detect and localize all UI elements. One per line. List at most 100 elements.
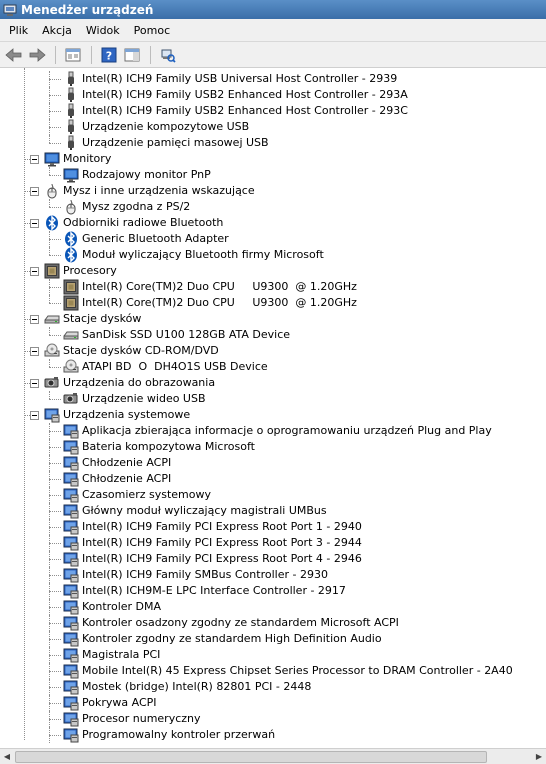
back-icon [5, 47, 22, 62]
collapse-toggle-icon[interactable] [30, 411, 39, 420]
disk-icon [63, 327, 79, 343]
forward-button[interactable] [26, 45, 48, 65]
tree-device[interactable]: ATAPI BD O DH4O1S USB Device [0, 359, 546, 375]
help-icon: ? [101, 47, 117, 62]
tree-device[interactable]: Intel(R) ICH9 Family USB2 Enhanced Host … [0, 87, 546, 103]
tree-category[interactable]: Mysz i inne urządzenia wskazujące [0, 183, 546, 199]
tree-device[interactable]: Urządzenie wideo USB [0, 391, 546, 407]
cdrom-icon [44, 343, 60, 359]
scroll-left-icon[interactable]: ◀ [1, 751, 13, 762]
action-pane-icon [124, 48, 140, 61]
device-label: Intel(R) ICH9 Family PCI Express Root Po… [82, 536, 362, 549]
tree-category[interactable]: Odbiorniki radiowe Bluetooth [0, 215, 546, 231]
tree-device[interactable]: Czasomierz systemowy [0, 487, 546, 503]
properties-button[interactable] [62, 45, 84, 65]
tree-device[interactable]: Urządzenie kompozytowe USB [0, 119, 546, 135]
device-label: Intel(R) Core(TM)2 Duo CPU U9300 @ 1.20G… [82, 280, 357, 293]
tree-connector [49, 255, 61, 256]
system-icon [63, 711, 79, 727]
scroll-right-icon[interactable]: ▶ [533, 751, 545, 762]
collapse-toggle-icon[interactable] [30, 379, 39, 388]
collapse-toggle-icon[interactable] [30, 347, 39, 356]
collapse-toggle-icon[interactable] [30, 187, 39, 196]
tree-device[interactable]: Programowalny kontroler przerwań [0, 727, 546, 743]
tree-category[interactable]: Stacje dysków CD-ROM/DVD [0, 343, 546, 359]
device-label: Chłodzenie ACPI [82, 472, 172, 485]
tree-device[interactable]: Chłodzenie ACPI [0, 471, 546, 487]
tree-connector [49, 671, 61, 672]
system-icon [63, 583, 79, 599]
tree-device[interactable]: Rodzajowy monitor PnP [0, 167, 546, 183]
menu-view[interactable]: Widok [79, 24, 127, 37]
tree-connector [49, 359, 50, 367]
scan-hardware-button[interactable] [157, 45, 179, 65]
tree-device[interactable]: Intel(R) ICH9 Family USB2 Enhanced Host … [0, 103, 546, 119]
device-label: Programowalny kontroler przerwań [82, 728, 276, 741]
menu-file[interactable]: Plik [0, 24, 35, 37]
tree-device[interactable]: Intel(R) Core(TM)2 Duo CPU U9300 @ 1.20G… [0, 279, 546, 295]
tree-device[interactable]: Aplikacja zbierająca informacje o oprogr… [0, 423, 546, 439]
tree-connector [49, 719, 61, 720]
system-icon [63, 503, 79, 519]
collapse-toggle-icon[interactable] [30, 267, 39, 276]
tree-device[interactable]: Bateria kompozytowa Microsoft [0, 439, 546, 455]
back-button[interactable] [3, 45, 25, 65]
tree-device[interactable]: Intel(R) ICH9M-E LPC Interface Controlle… [0, 583, 546, 599]
tree-device[interactable]: SanDisk SSD U100 128GB ATA Device [0, 327, 546, 343]
tree-device[interactable]: Kontroler osadzony zgodny ze standardem … [0, 615, 546, 631]
tree-device[interactable]: Intel(R) ICH9 Family USB Universal Host … [0, 71, 546, 87]
tree-connector [49, 639, 61, 640]
tree-connector [49, 247, 50, 255]
tree-device[interactable]: Moduł wyliczający Bluetooth firmy Micros… [0, 247, 546, 263]
tree-connector [49, 295, 50, 303]
tree-connector [49, 527, 61, 528]
tree-device[interactable]: Intel(R) ICH9 Family SMBus Controller - … [0, 567, 546, 583]
tree-category[interactable]: Stacje dysków [0, 311, 546, 327]
tree-device[interactable]: Urządzenie pamięci masowej USB [0, 135, 546, 151]
tree-device[interactable]: Chłodzenie ACPI [0, 455, 546, 471]
system-icon [63, 487, 79, 503]
tree-device[interactable]: Główny moduł wyliczający magistrali UMBu… [0, 503, 546, 519]
tree-connector [49, 559, 61, 560]
collapse-toggle-icon[interactable] [30, 219, 39, 228]
tree-device[interactable]: Generic Bluetooth Adapter [0, 231, 546, 247]
tree-device[interactable]: Mostek (bridge) Intel(R) 82801 PCI - 244… [0, 679, 546, 695]
tree-connector [49, 111, 61, 112]
tree-device[interactable]: Mobile Intel(R) 45 Express Chipset Serie… [0, 663, 546, 679]
system-icon [63, 615, 79, 631]
usb-icon [63, 87, 79, 103]
collapse-toggle-icon[interactable] [30, 155, 39, 164]
monitor-icon [63, 167, 79, 183]
tree-device[interactable]: Procesor numeryczny [0, 711, 546, 727]
tree-device[interactable]: Intel(R) ICH9 Family PCI Express Root Po… [0, 519, 546, 535]
scrollbar-thumb[interactable] [15, 751, 487, 763]
tree-device[interactable]: Intel(R) ICH9 Family PCI Express Root Po… [0, 535, 546, 551]
title-bar: Menedżer urządzeń [0, 0, 546, 19]
tree-connector [49, 511, 61, 512]
tree-device[interactable]: Pokrywa ACPI [0, 695, 546, 711]
mouse-icon [44, 183, 60, 199]
menu-help[interactable]: Pomoc [127, 24, 177, 37]
help-button[interactable]: ? [98, 45, 120, 65]
collapse-toggle-icon[interactable] [30, 315, 39, 324]
tree-device[interactable]: Kontroler DMA [0, 599, 546, 615]
tree-connector [49, 463, 61, 464]
tree-category[interactable]: Urządzenia systemowe [0, 407, 546, 423]
tree-device[interactable]: Kontroler zgodny ze standardem High Defi… [0, 631, 546, 647]
tree-device[interactable]: Magistrala PCI [0, 647, 546, 663]
tree-device[interactable]: Intel(R) Core(TM)2 Duo CPU U9300 @ 1.20G… [0, 295, 546, 311]
device-label: Urządzenie wideo USB [82, 392, 206, 405]
horizontal-scrollbar[interactable]: ◀ ▶ [0, 748, 546, 764]
tree-category[interactable]: Urządzenia do obrazowania [0, 375, 546, 391]
system-icon [63, 423, 79, 439]
action-pane-button[interactable] [121, 45, 143, 65]
tree-device[interactable]: Intel(R) ICH9 Family PCI Express Root Po… [0, 551, 546, 567]
camera-icon [44, 375, 60, 391]
tree-category[interactable]: Monitory [0, 151, 546, 167]
bluetooth-icon [44, 215, 60, 231]
menu-action[interactable]: Akcja [35, 24, 79, 37]
tree-device[interactable]: Mysz zgodna z PS/2 [0, 199, 546, 215]
tree-connector [49, 239, 61, 240]
category-label: Urządzenia systemowe [63, 408, 191, 421]
tree-category[interactable]: Procesory [0, 263, 546, 279]
